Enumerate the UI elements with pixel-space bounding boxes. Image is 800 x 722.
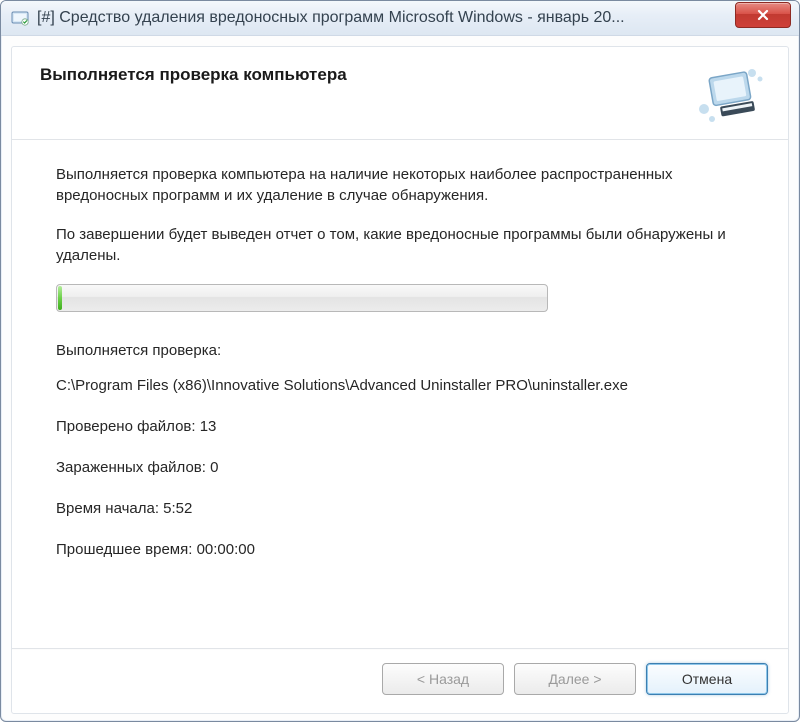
description-2: По завершении будет выведен отчет о том,… bbox=[56, 224, 744, 266]
body-section: Выполняется проверка компьютера на налич… bbox=[12, 140, 788, 592]
titlebar: [#] Средство удаления вредоносных програ… bbox=[1, 1, 799, 36]
header-section: Выполняется проверка компьютера bbox=[12, 47, 788, 139]
dialog-window: [#] Средство удаления вредоносных програ… bbox=[0, 0, 800, 722]
current-scan-path: C:\Program Files (x86)\Innovative Soluti… bbox=[56, 375, 744, 396]
elapsed-time: Прошедшее время: 00:00:00 bbox=[56, 539, 744, 560]
scan-illustration-icon bbox=[694, 65, 764, 125]
status-list: Выполняется проверка: C:\Program Files (… bbox=[56, 340, 744, 560]
app-icon bbox=[11, 9, 29, 27]
window-title: [#] Средство удаления вредоносных програ… bbox=[37, 9, 735, 27]
start-time: Время начала: 5:52 bbox=[56, 498, 744, 519]
footer-buttons: < Назад Далее > Отмена bbox=[12, 648, 788, 713]
inner-panel: Выполняется проверка компьютера bbox=[11, 46, 789, 714]
close-icon bbox=[756, 9, 770, 21]
close-button[interactable] bbox=[735, 2, 791, 28]
cancel-button[interactable]: Отмена bbox=[646, 663, 768, 695]
checking-label: Выполняется проверка: bbox=[56, 340, 744, 361]
page-title: Выполняется проверка компьютера bbox=[40, 65, 694, 85]
files-checked: Проверено файлов: 13 bbox=[56, 416, 744, 437]
progress-bar bbox=[56, 284, 548, 312]
next-button: Далее > bbox=[514, 663, 636, 695]
description-1: Выполняется проверка компьютера на налич… bbox=[56, 164, 744, 206]
infected-files: Зараженных файлов: 0 bbox=[56, 457, 744, 478]
progress-chunk bbox=[58, 286, 62, 310]
back-button: < Назад bbox=[382, 663, 504, 695]
